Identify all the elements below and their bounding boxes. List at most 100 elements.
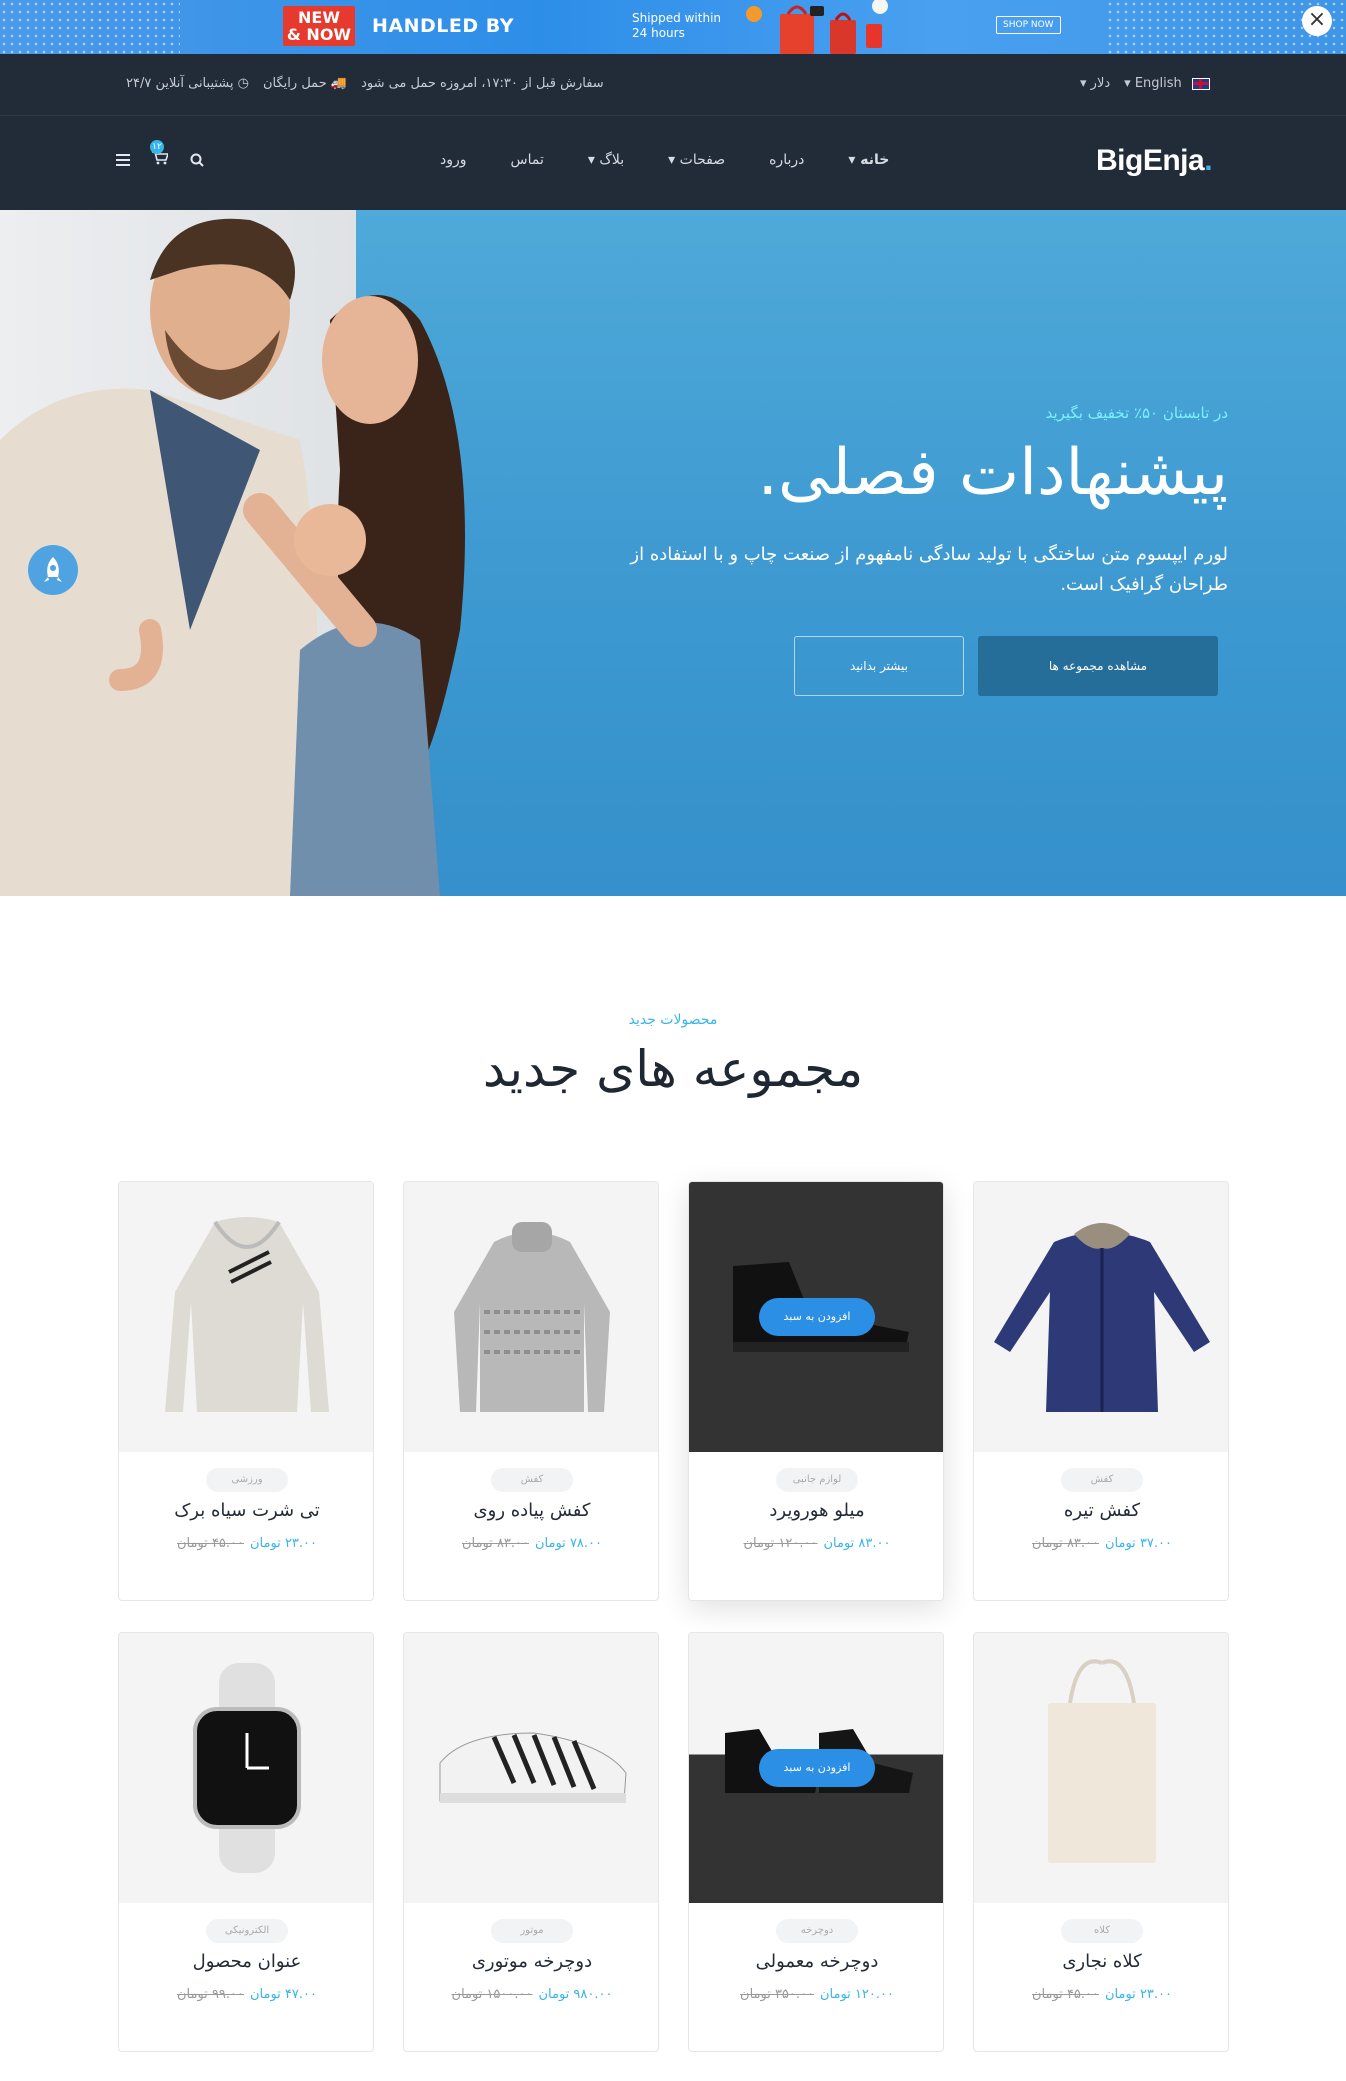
new-now-badge: NEW & NOW [283, 6, 355, 46]
currency-select[interactable]: ▾ دلار [1080, 76, 1110, 91]
product-name[interactable]: کفش تیره [974, 1500, 1228, 1521]
main-header: BigEnja. خانه ▾ درباره صفحات ▾ بلاگ ▾ تم… [0, 116, 1346, 210]
product-card[interactable]: الکترونیکی عنوان محصول ۴۷.۰۰ تومان ۹۹.۰۰ … [118, 1632, 374, 2052]
nav-item-blog[interactable]: بلاگ ▾ [588, 152, 624, 168]
hero-section: در تابستان ۵۰٪ تخفیف بگیرید پیشنهادات فص… [0, 210, 1346, 896]
truck-icon: 🚚 [330, 76, 348, 91]
free-shipping-label: حمل رایگان [263, 76, 327, 91]
currency-label: دلار [1090, 76, 1111, 91]
product-price: ۲۳.۰۰ تومان ۴۵.۰۰ تومان [974, 1987, 1228, 2002]
product-image[interactable]: افزودن به سبد [689, 1182, 943, 1452]
product-image[interactable] [974, 1633, 1228, 1903]
product-name[interactable]: دوچرخه موتوری [404, 1951, 658, 1972]
chevron-down-icon: ▾ [1080, 76, 1087, 91]
nav-item-contact[interactable]: تماس [511, 152, 544, 168]
order-notice: سفارش قبل از ۱۷:۳۰، امروزه حمل می شود [361, 76, 604, 91]
rocket-glyph [44, 557, 62, 582]
shipping-line: 24 hours [632, 26, 685, 40]
product-price: ۹۸۰.۰۰ تومان ۱۵۰۰.۰۰ تومان [404, 1987, 658, 2002]
product-image[interactable] [974, 1182, 1228, 1452]
add-to-cart-button[interactable]: افزودن به سبد [759, 1298, 875, 1336]
product-card[interactable]: ورزشی تی شرت سیاه برک ۲۳.۰۰ تومان ۴۵.۰۰ ت… [118, 1181, 374, 1601]
product-card[interactable]: کفش کفش تیره ۳۷.۰۰ تومان ۸۳.۰۰ تومان [973, 1181, 1229, 1601]
promo-banner[interactable]: NEW & NOW HANDLED BY Shipped within 24 h… [0, 0, 1346, 54]
current-price: ۲۳.۰۰ تومان [250, 1536, 317, 1551]
nav-item-pages[interactable]: صفحات ▾ [668, 152, 725, 168]
product-category[interactable]: دوچرخه [776, 1919, 858, 1943]
nav-label: صفحات [679, 152, 726, 168]
product-image[interactable] [119, 1182, 373, 1452]
current-price: ۷۸.۰۰ تومان [535, 1536, 602, 1551]
section-title: مجموعه های جدید [482, 1040, 864, 1098]
product-name[interactable]: کلاه نجاری [974, 1951, 1228, 1972]
product-image[interactable] [119, 1633, 373, 1903]
old-price: ۳۵۰.۰۰ تومان [740, 1987, 814, 2002]
language-label: English [1134, 76, 1182, 91]
logo-text: BigEnja [1096, 144, 1205, 177]
caret-down-icon: ▾ [668, 152, 676, 168]
product-price: ۸۳.۰۰ تومان ۱۲۰.۰۰ تومان [689, 1536, 943, 1551]
product-card[interactable]: افزودن به سبد دوچرخه دوچرخه معمولی ۱۲۰.۰… [688, 1632, 944, 2052]
add-to-cart-button[interactable]: افزودن به سبد [759, 1749, 875, 1787]
product-category[interactable]: کلاه [1061, 1919, 1143, 1943]
product-price: ۲۳.۰۰ تومان ۴۵.۰۰ تومان [119, 1536, 373, 1551]
nav-item-about[interactable]: درباره [769, 152, 804, 168]
product-category[interactable]: لوازم جانبی [776, 1468, 858, 1492]
free-shipping-text: حمل رایگان 🚚 [263, 76, 347, 91]
product-category[interactable]: کفش [491, 1468, 573, 1492]
product-category[interactable]: کفش [1061, 1468, 1143, 1492]
shop-now-button[interactable]: SHOP NOW [996, 16, 1061, 34]
product-category[interactable]: موتور [491, 1919, 573, 1943]
slip-on-shoe-image [439, 1732, 627, 1803]
current-price: ۴۷.۰۰ تومان [250, 1987, 317, 2002]
caret-down-icon: ▾ [848, 152, 856, 168]
product-card[interactable]: کلاه کلاه نجاری ۲۳.۰۰ تومان ۴۵.۰۰ تومان [973, 1632, 1229, 2052]
logo-dot: . [1204, 144, 1213, 177]
caret-down-icon: ▾ [587, 152, 595, 168]
product-image[interactable]: افزودن به سبد [689, 1633, 943, 1903]
product-card[interactable]: افزودن به سبد لوازم جانبی میلو هورویرد ۸… [688, 1181, 944, 1601]
hero-couple-image [0, 218, 465, 896]
cart-button[interactable]: ۱۲ [150, 140, 170, 169]
search-icon[interactable] [190, 153, 204, 167]
old-price: ۸۳.۰۰ تومان [1032, 1536, 1099, 1551]
old-price: ۸۳.۰۰ تومان [462, 1536, 529, 1551]
product-name[interactable]: دوچرخه معمولی [689, 1951, 943, 1972]
hero-kicker: در تابستان ۵۰٪ تخفیف بگیرید [1045, 404, 1228, 422]
rocket-icon[interactable] [28, 545, 78, 595]
language-select[interactable]: ▾ English [1124, 76, 1210, 91]
current-price: ۲۳.۰۰ تومان [1105, 1987, 1172, 2002]
product-name[interactable]: عنوان محصول [119, 1951, 373, 1972]
product-name[interactable]: تی شرت سیاه برک [119, 1500, 373, 1521]
dot-pattern [0, 0, 180, 54]
site-logo[interactable]: BigEnja. [1096, 144, 1213, 178]
top-bar-selectors: ▾ دلار ▾ English [1080, 76, 1210, 91]
product-category[interactable]: الکترونیکی [206, 1919, 288, 1943]
tote-bag-image [1048, 1659, 1156, 1863]
nav-item-login[interactable]: ورود [440, 152, 467, 168]
product-name[interactable]: میلو هورویرد [689, 1500, 943, 1521]
jacket-image [994, 1223, 1210, 1412]
clock-icon: ◷ [237, 76, 249, 91]
product-name[interactable]: کفش پیاده روی [404, 1500, 658, 1521]
product-image[interactable] [404, 1633, 658, 1903]
hamburger-menu-icon[interactable] [116, 153, 130, 166]
product-card[interactable]: کفش کفش پیاده روی ۷۸.۰۰ تومان ۸۳.۰۰ تومان [403, 1181, 659, 1601]
old-price: ۴۵.۰۰ تومان [1032, 1987, 1099, 2002]
product-category[interactable]: ورزشی [206, 1468, 288, 1492]
chevron-down-icon: ▾ [1124, 76, 1131, 91]
nav-label: بلاگ [599, 152, 625, 168]
current-price: ۳۷.۰۰ تومان [1105, 1536, 1172, 1551]
product-price: ۳۷.۰۰ تومان ۸۳.۰۰ تومان [974, 1536, 1228, 1551]
product-image[interactable] [404, 1182, 658, 1452]
close-icon[interactable]: × [1302, 6, 1332, 36]
view-collections-button[interactable]: مشاهده مجموعه ها [978, 636, 1218, 696]
learn-more-button[interactable]: بیشتر بدانید [794, 636, 964, 696]
cardigan-image [165, 1217, 329, 1412]
old-price: ۴۵.۰۰ تومان [177, 1536, 244, 1551]
product-card[interactable]: موتور دوچرخه موتوری ۹۸۰.۰۰ تومان ۱۵۰۰.۰۰ … [403, 1632, 659, 2052]
nav-item-home[interactable]: خانه ▾ [848, 152, 889, 168]
top-bar-info: ۲۴/۷ پشتیبانی آنلاین ◷ حمل رایگان 🚚 سفار… [126, 76, 604, 91]
sweater-image [454, 1222, 610, 1412]
top-bar: ۲۴/۷ پشتیبانی آنلاین ◷ حمل رایگان 🚚 سفار… [0, 54, 1346, 116]
